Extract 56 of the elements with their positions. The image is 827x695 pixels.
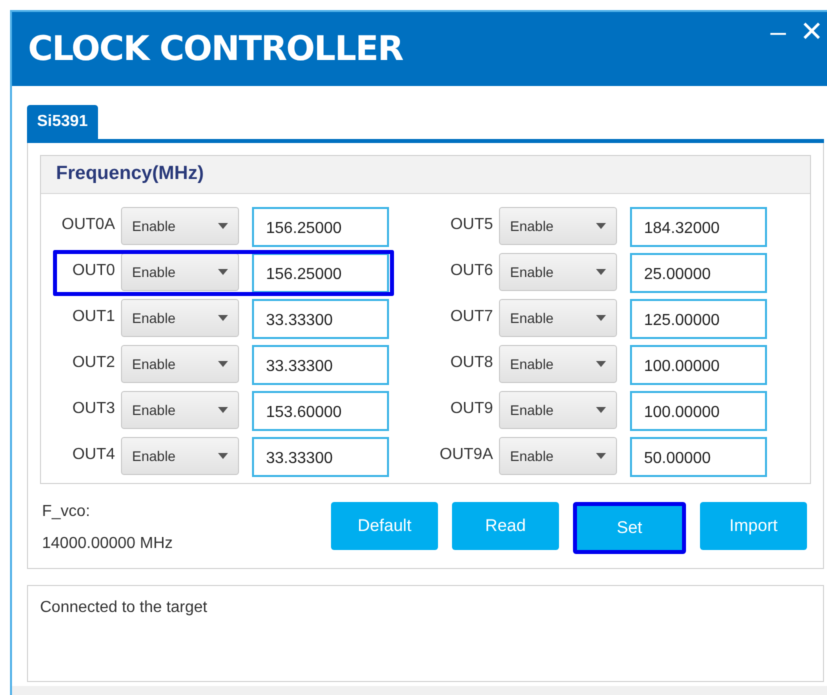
mode-dropdown[interactable]: Enable — [499, 391, 617, 429]
frequency-field[interactable]: 184.32000 — [630, 207, 767, 247]
fvco-label: F_vco: — [42, 502, 92, 522]
frequency-field[interactable]: 100.00000 — [630, 391, 767, 431]
mode-dropdown[interactable]: Enable — [499, 253, 617, 291]
frequency-field[interactable]: 156.25000 — [252, 253, 389, 293]
output-label: OUT5 — [449, 215, 494, 235]
mode-dropdown[interactable]: Enable — [121, 253, 239, 291]
output-label: OUT4 — [71, 445, 116, 465]
mode-dropdown[interactable]: Enable — [121, 391, 239, 429]
output-label: OUT0 — [71, 261, 116, 281]
caret-icon — [596, 453, 606, 459]
output-label: OUT2 — [71, 353, 116, 373]
output-label: OUT9A — [438, 445, 494, 465]
frequency-field[interactable]: 33.33300 — [252, 437, 389, 477]
output-label: OUT9 — [449, 399, 494, 419]
caret-icon — [596, 361, 606, 367]
output-label: OUT1 — [71, 307, 116, 327]
mode-dropdown[interactable]: Enable — [499, 437, 617, 475]
output-label: OUT0A — [60, 215, 116, 235]
fvco-value: 14000.00000 MHz — [42, 534, 173, 554]
caret-icon — [218, 361, 228, 367]
mode-dropdown[interactable]: Enable — [121, 437, 239, 475]
mode-dropdown[interactable]: Enable — [499, 345, 617, 383]
window-title: CLOCK CONTROLLER — [28, 28, 403, 70]
output-label: OUT7 — [449, 307, 494, 327]
frequency-field[interactable]: 100.00000 — [630, 345, 767, 385]
output-label: OUT8 — [449, 353, 494, 373]
close-button[interactable]: ✕ — [800, 18, 823, 46]
output-label: OUT3 — [71, 399, 116, 419]
mode-dropdown[interactable]: Enable — [121, 345, 239, 383]
mode-dropdown[interactable]: Enable — [499, 299, 617, 337]
frequency-field[interactable]: 153.60000 — [252, 391, 389, 431]
frequency-field[interactable]: 125.00000 — [630, 299, 767, 339]
caret-icon — [218, 315, 228, 321]
caret-icon — [218, 407, 228, 413]
caret-icon — [596, 407, 606, 413]
caret-icon — [218, 223, 228, 229]
frequency-field[interactable]: 33.33300 — [252, 299, 389, 339]
frequency-field[interactable]: 50.00000 — [630, 437, 767, 477]
output-label: OUT6 — [449, 261, 494, 281]
frequency-field[interactable]: 33.33300 — [252, 345, 389, 385]
caret-icon — [218, 269, 228, 275]
group-title: Frequency(MHz) — [56, 162, 204, 186]
caret-icon — [596, 269, 606, 275]
frequency-field[interactable]: 156.25000 — [252, 207, 389, 247]
caret-icon — [596, 315, 606, 321]
frequency-field[interactable]: 25.00000 — [630, 253, 767, 293]
caret-icon — [218, 453, 228, 459]
tab[interactable]: Si5391 — [27, 105, 98, 139]
mode-dropdown[interactable]: Enable — [499, 207, 617, 245]
caret-icon — [596, 223, 606, 229]
minimize-button[interactable]: – — [770, 18, 786, 46]
mode-dropdown[interactable]: Enable — [121, 299, 239, 337]
mode-dropdown[interactable]: Enable — [121, 207, 239, 245]
log-text: Connected to the target — [40, 599, 208, 616]
